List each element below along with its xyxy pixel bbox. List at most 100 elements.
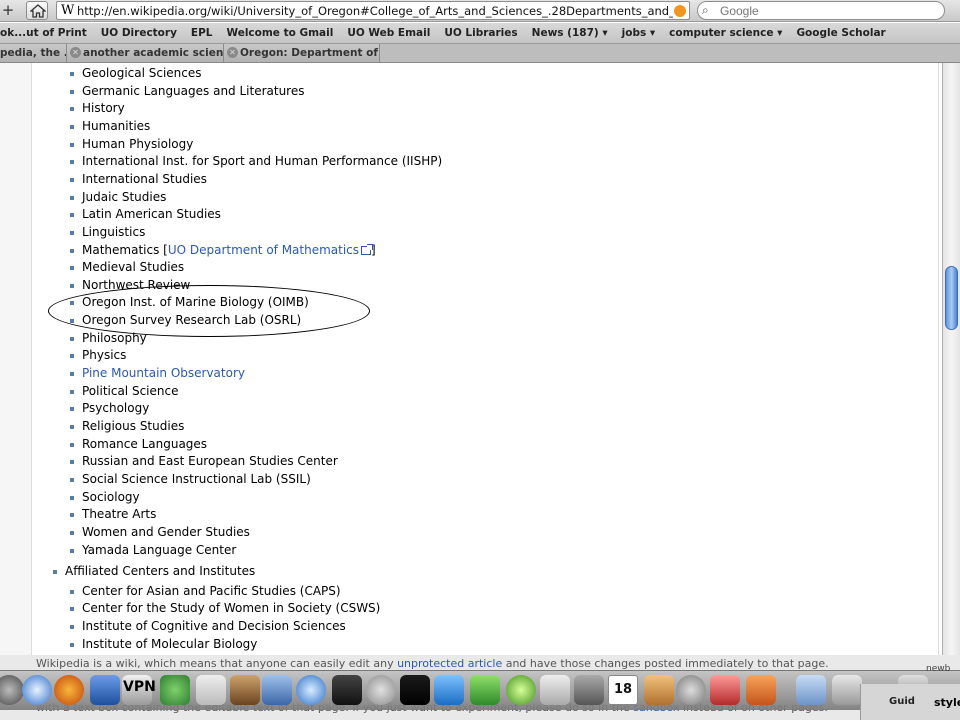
search-icon: ⌕: [702, 3, 709, 17]
search-input[interactable]: [720, 3, 930, 18]
xcode-icon[interactable]: [262, 675, 292, 705]
bullet-icon: [70, 607, 74, 612]
bullet-icon: [70, 477, 74, 482]
acrobat-icon[interactable]: [746, 675, 776, 705]
bullet-icon: [70, 213, 74, 218]
list-item: International Studies: [70, 171, 207, 188]
photos-icon[interactable]: [574, 675, 604, 705]
tab-bar: pedia, the ... ✕ another academic scienc…: [0, 44, 960, 63]
mail-stamp-icon[interactable]: [710, 675, 740, 705]
address-bar[interactable]: W http://en.wikipedia.org/wiki/Universit…: [56, 1, 690, 20]
bookmarks-bar: ok...ut of Print UO Directory EPL Welcome t…: [0, 23, 960, 44]
app-window-icon[interactable]: [90, 675, 120, 705]
bracket-open: [: [159, 242, 168, 257]
bullet-icon: [70, 495, 74, 500]
address-text[interactable]: http://en.wikipedia.org/wiki/University_…: [77, 4, 673, 18]
documents-icon[interactable]: [796, 675, 826, 705]
itunes-icon[interactable]: [196, 675, 226, 705]
adium-icon[interactable]: [160, 675, 190, 705]
bullet-icon: [70, 425, 74, 429]
vpn-label: VPN: [123, 679, 156, 695]
scrollbar-thumb[interactable]: [945, 266, 958, 330]
bookmark-item[interactable]: UO Directory: [94, 27, 184, 39]
bookmark-item[interactable]: Welcome to Gmail: [219, 27, 340, 39]
safari-icon[interactable]: [22, 675, 52, 705]
sync-icon[interactable]: [676, 675, 706, 705]
firefox-icon[interactable]: [54, 675, 84, 705]
list-item: Center for the Study of Women in Society…: [70, 600, 380, 617]
tab-wikipedia[interactable]: pedia, the ...: [0, 44, 67, 62]
bullet-icon: [70, 460, 74, 465]
finder-icon[interactable]: [0, 675, 24, 705]
dreamweaver-icon[interactable]: [506, 675, 536, 705]
bullet-icon: [70, 72, 74, 76]
list-item[interactable]: Pine Mountain Observatory: [70, 365, 245, 382]
list-item: Social Science Instructional Lab (SSIL): [70, 471, 311, 488]
ical-icon[interactable]: 18: [608, 675, 638, 705]
list-item: Yamada Language Center: [70, 542, 236, 559]
bookmark-item[interactable]: EPL: [184, 27, 220, 39]
add-bookmark-icon[interactable]: +: [0, 2, 16, 20]
close-tab-icon[interactable]: ✕: [227, 47, 238, 58]
bullet-icon: [70, 589, 74, 594]
list-item: Judaic Studies: [70, 189, 167, 206]
bookmark-item[interactable]: jobs ▾: [615, 27, 663, 39]
close-tab-icon[interactable]: ✕: [70, 47, 81, 58]
calendar-day: 18: [613, 682, 633, 697]
content-border: [938, 63, 939, 655]
list-item: Human Physiology: [70, 136, 193, 153]
list-item[interactable]: Mathematics [UO Department of Mathematic…: [70, 242, 376, 259]
tab-label: Oregon: Department of ...: [240, 47, 380, 59]
left-gutter: [0, 63, 32, 655]
bookmark-item[interactable]: UO Web Email: [340, 27, 437, 39]
bookmark-item[interactable]: UO Libraries: [437, 27, 524, 39]
addressbook-icon[interactable]: [644, 675, 674, 705]
list-item-label: International Inst. for Sport and Human …: [82, 154, 443, 169]
bookmark-item[interactable]: computer science ▾: [662, 27, 789, 39]
bookmark-item[interactable]: ok...ut of Print: [0, 27, 94, 39]
network-icon[interactable]: [470, 675, 500, 705]
list-item: Psychology: [70, 400, 149, 417]
bullet-icon: [70, 530, 74, 535]
list-item-label: Judaic Studies: [82, 189, 167, 204]
search-box[interactable]: ⌕: [697, 1, 945, 20]
list-item: Geological Sciences: [70, 65, 202, 82]
list-item-label: Physics: [82, 348, 127, 363]
rss-feed-icon[interactable]: [674, 5, 686, 17]
list-item-label: Sociology: [82, 489, 140, 504]
preview-icon[interactable]: [230, 675, 260, 705]
applications-icon[interactable]: [832, 675, 862, 705]
section-heading-item: Affiliated Centers and Institutes: [53, 563, 256, 580]
textedit-icon[interactable]: [540, 675, 570, 705]
bullet-icon: [53, 570, 57, 575]
external-link[interactable]: UO Department of Mathematics: [168, 243, 359, 257]
list-item-label: Center for Asian and Pacific Studies (CA…: [82, 583, 341, 598]
list-item-label: Institute of Molecular Biology: [82, 636, 258, 651]
list-item: Women and Gender Studies: [70, 524, 250, 541]
bullet-icon: [70, 442, 74, 447]
bookmark-item[interactable]: Google Scholar: [789, 27, 892, 39]
unprotected-article-link[interactable]: unprotected article: [397, 657, 502, 670]
activity-icon[interactable]: [400, 675, 430, 705]
tab-academic-science[interactable]: ✕ another academic scienc...: [67, 44, 224, 62]
tab-label: another academic scienc...: [83, 47, 224, 59]
list-item-label: Affiliated Centers and Institutes: [65, 564, 256, 579]
terminal-icon[interactable]: [332, 675, 362, 705]
list-item-label[interactable]: Pine Mountain Observatory: [82, 366, 245, 380]
list-item: Russian and East European Studies Center: [70, 453, 338, 470]
list-item: Humanities: [70, 118, 150, 135]
bookmark-item[interactable]: News (187) ▾: [525, 27, 615, 39]
system-icon[interactable]: [296, 675, 326, 705]
apple-icon[interactable]: [366, 675, 396, 705]
list-item: Linguistics: [70, 224, 145, 241]
home-button[interactable]: [26, 1, 48, 20]
list-item: Theatre Arts: [70, 506, 156, 523]
panel-style-label[interactable]: style: [934, 696, 960, 709]
vertical-scrollbar[interactable]: [942, 63, 960, 655]
word-icon[interactable]: [434, 675, 464, 705]
vpn-icon[interactable]: VPN: [122, 675, 156, 705]
tab-oregon-department[interactable]: ✕ Oregon: Department of ...: [224, 44, 380, 62]
list-item: Germanic Languages and Literatures: [70, 83, 305, 100]
edit-notice-line-1: Wikipedia is a wiki, which means that an…: [36, 657, 829, 670]
list-item: International Inst. for Sport and Human …: [70, 153, 443, 170]
